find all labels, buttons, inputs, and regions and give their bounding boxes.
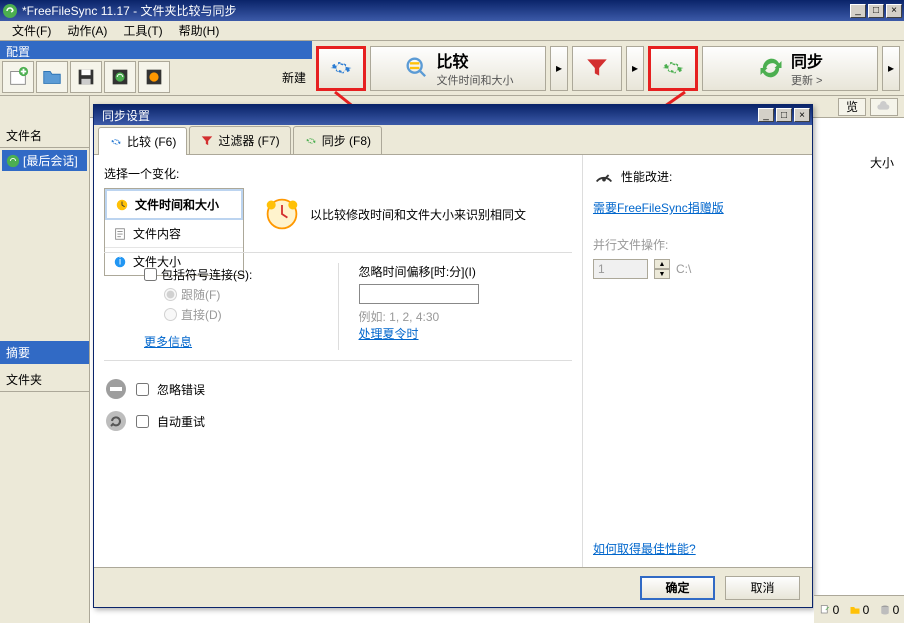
window-title: *FreeFileSync 11.17 - 文件夹比较与同步 bbox=[22, 2, 850, 19]
sync-label: 同步 bbox=[791, 48, 823, 72]
open-config-button[interactable] bbox=[36, 61, 68, 93]
config-label: 配置 bbox=[0, 41, 312, 59]
clock-icon bbox=[264, 196, 300, 232]
dialog-titlebar: 同步设置 _ □ × bbox=[94, 105, 812, 125]
last-session-item[interactable]: [最后会话] bbox=[2, 150, 87, 171]
dialog-footer: 确定 取消 bbox=[94, 567, 812, 607]
stat-size: 0 bbox=[879, 603, 900, 617]
maximize-button[interactable]: □ bbox=[868, 4, 884, 18]
menu-help[interactable]: 帮助(H) bbox=[171, 20, 228, 41]
direct-radio[interactable] bbox=[164, 308, 177, 321]
option-content[interactable]: 文件内容 bbox=[105, 220, 243, 248]
best-perf-link[interactable]: 如何取得最佳性能? bbox=[593, 542, 696, 556]
symlinks-label: 包括符号连接(S): bbox=[161, 266, 252, 283]
follow-label: 跟随(F) bbox=[181, 286, 220, 303]
size-column-label: 大小 bbox=[870, 154, 894, 171]
filter-button[interactable] bbox=[572, 46, 622, 91]
parallel-label: 并行文件操作: bbox=[593, 236, 802, 253]
tab-filter[interactable]: 过滤器 (F7) bbox=[189, 126, 290, 154]
menu-tools[interactable]: 工具(T) bbox=[115, 20, 170, 41]
tab-compare-label: 比较 (F6) bbox=[127, 133, 176, 150]
compare-sublabel: 文件时间和大小 bbox=[437, 72, 514, 88]
session-label: [最后会话] bbox=[23, 152, 78, 169]
retry-icon bbox=[104, 409, 128, 433]
parallel-path: C:\ bbox=[676, 262, 691, 276]
tab-compare[interactable]: 比较 (F6) bbox=[98, 127, 187, 155]
dialog-maximize-button[interactable]: □ bbox=[776, 108, 792, 122]
sync-settings-button[interactable] bbox=[648, 46, 698, 91]
tab-sync-label: 同步 (F8) bbox=[322, 132, 371, 149]
direct-label: 直接(D) bbox=[181, 306, 222, 323]
toolbar: 配置 新建 比较 文件 bbox=[0, 41, 904, 96]
left-panel: 文件名 [最后会话] 摘要 文件夹 bbox=[0, 96, 90, 623]
ok-button[interactable]: 确定 bbox=[640, 576, 715, 600]
compare-dropdown[interactable]: ▸ bbox=[550, 46, 568, 91]
parallel-down[interactable]: ▼ bbox=[654, 269, 670, 279]
minimize-button[interactable]: _ bbox=[850, 4, 866, 18]
select-change-label: 选择一个变化: bbox=[104, 165, 572, 182]
time-offset-label: 忽略时间偏移[时:分](I) bbox=[359, 263, 573, 280]
close-button[interactable]: × bbox=[886, 4, 902, 18]
summary-header: 摘要 bbox=[0, 341, 89, 364]
filter-dropdown[interactable]: ▸ bbox=[626, 46, 644, 91]
donate-link[interactable]: 需要FreeFileSync捐赠版 bbox=[593, 199, 802, 216]
dst-link[interactable]: 处理夏令时 bbox=[359, 327, 419, 341]
auto-retry-checkbox[interactable] bbox=[136, 415, 149, 428]
filename-header: 文件名 bbox=[0, 124, 89, 148]
option-time-size[interactable]: 文件时间和大小 bbox=[105, 189, 243, 220]
new-config-button[interactable] bbox=[2, 61, 34, 93]
folder-header: 文件夹 bbox=[0, 368, 89, 392]
compare-settings-button[interactable] bbox=[316, 46, 366, 91]
menu-file[interactable]: 文件(F) bbox=[4, 20, 59, 41]
statusbar: 0 0 0 bbox=[814, 595, 904, 623]
cancel-button[interactable]: 取消 bbox=[725, 576, 800, 600]
menu-action[interactable]: 动作(A) bbox=[59, 20, 115, 41]
save-as-button[interactable] bbox=[138, 61, 170, 93]
symlinks-checkbox[interactable] bbox=[144, 268, 157, 281]
tab-sync[interactable]: 同步 (F8) bbox=[293, 126, 382, 154]
compare-button[interactable]: 比较 文件时间和大小 bbox=[370, 46, 546, 91]
compare-label: 比较 bbox=[437, 48, 514, 72]
more-info-link[interactable]: 更多信息 bbox=[144, 335, 192, 349]
ignore-errors-icon bbox=[104, 377, 128, 401]
ignore-errors-label: 忽略错误 bbox=[157, 381, 205, 398]
option-time-size-label: 文件时间和大小 bbox=[135, 196, 219, 213]
new-label: 新建 bbox=[282, 69, 310, 86]
option-content-label: 文件内容 bbox=[133, 225, 181, 242]
tab-filter-label: 过滤器 (F7) bbox=[218, 132, 279, 149]
app-icon bbox=[2, 3, 18, 19]
dialog-minimize-button[interactable]: _ bbox=[758, 108, 774, 122]
ignore-errors-checkbox[interactable] bbox=[136, 383, 149, 396]
dialog-title: 同步设置 bbox=[96, 107, 758, 124]
main-titlebar: *FreeFileSync 11.17 - 文件夹比较与同步 _ □ × bbox=[0, 0, 904, 21]
parallel-input[interactable] bbox=[593, 259, 648, 279]
sync-dropdown[interactable]: ▸ bbox=[882, 46, 900, 91]
follow-radio[interactable] bbox=[164, 288, 177, 301]
sync-sublabel: 更新 > bbox=[791, 72, 823, 88]
gauge-icon bbox=[593, 165, 615, 187]
stat-dirs: 0 bbox=[849, 603, 870, 617]
sync-button[interactable]: 同步 更新 > bbox=[702, 46, 878, 91]
save-config-button[interactable] bbox=[70, 61, 102, 93]
browse-button[interactable]: 览 bbox=[838, 98, 866, 116]
settings-dialog: 同步设置 _ □ × 比较 (F6) 过滤器 (F7) 同步 (F8) 选择一个… bbox=[93, 104, 813, 608]
dialog-close-button[interactable]: × bbox=[794, 108, 810, 122]
performance-label: 性能改进: bbox=[621, 168, 672, 185]
time-offset-input[interactable] bbox=[359, 284, 479, 304]
parallel-up[interactable]: ▲ bbox=[654, 259, 670, 269]
compare-description: 以比较修改时间和文件大小来识别相同文 bbox=[310, 206, 526, 223]
dialog-tabs: 比较 (F6) 过滤器 (F7) 同步 (F8) bbox=[94, 125, 812, 155]
save-as-batch-button[interactable] bbox=[104, 61, 136, 93]
auto-retry-label: 自动重试 bbox=[157, 413, 205, 430]
menubar: 文件(F) 动作(A) 工具(T) 帮助(H) bbox=[0, 21, 904, 41]
time-offset-example: 例如: 1, 2, 4:30 bbox=[359, 308, 573, 325]
cloud-button[interactable] bbox=[870, 98, 898, 116]
stat-files: 0 bbox=[819, 603, 840, 617]
